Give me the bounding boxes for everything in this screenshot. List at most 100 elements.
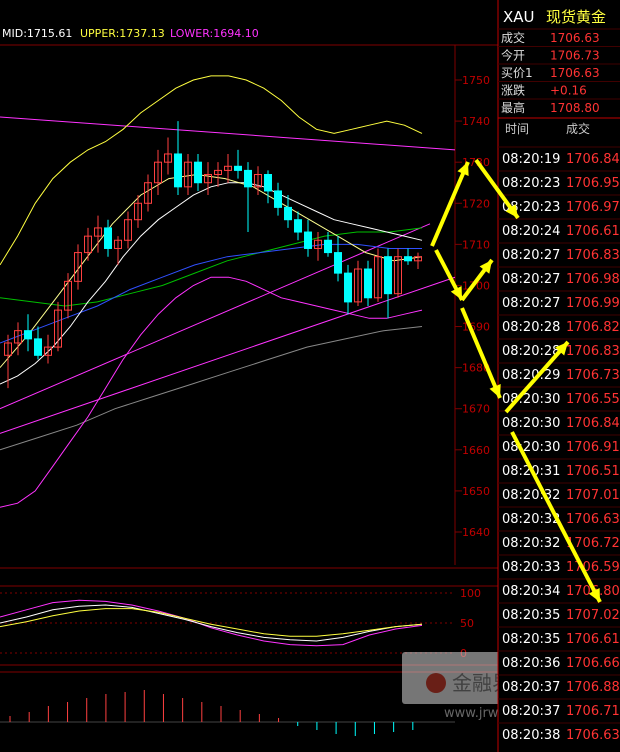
- tick-time: 08:20:28: [502, 320, 560, 335]
- tick-price: 1707.02: [566, 608, 620, 623]
- price-tick-label: 1740: [462, 115, 490, 128]
- chart-canvas: MID:1715.61 UPPER:1737.13 LOWER:1694.10 …: [0, 0, 620, 752]
- candle-body: [294, 219, 302, 233]
- price-axis: 1750174017301720171017001690168016701660…: [455, 74, 490, 539]
- tick-time: 08:20:28: [502, 344, 560, 359]
- tick-time: 08:20:32: [502, 488, 560, 503]
- bollinger-lower-line: [0, 276, 423, 508]
- candle-body: [174, 153, 182, 188]
- trendline-top: [0, 116, 456, 151]
- bollinger-mid-line: [0, 182, 423, 385]
- instrument-name: 现货黄金: [546, 8, 606, 26]
- price-tick-label: 1670: [462, 403, 490, 416]
- candle-body: [104, 227, 112, 249]
- symbol: XAU: [503, 8, 535, 26]
- candle-body: [234, 165, 242, 171]
- tick-time: 08:20:34: [502, 584, 560, 599]
- upper-label: UPPER:1737.13: [80, 27, 165, 40]
- osc-tick-label: 50: [460, 617, 474, 630]
- tick-time: 08:20:27: [502, 296, 560, 311]
- tick-time: 08:20:24: [502, 224, 560, 239]
- price-grid: [0, 44, 498, 673]
- tick-header-time: 时间: [505, 122, 529, 136]
- candle-body: [324, 239, 332, 254]
- watermark-logo: [426, 673, 446, 693]
- mid-label: MID:1715.61: [2, 27, 72, 40]
- candle-body: [344, 272, 352, 303]
- tick-price: 1706.63: [566, 512, 620, 527]
- candle-body: [24, 330, 32, 340]
- tick-price: 1706.73: [566, 368, 620, 383]
- ma-blue-line: [0, 243, 422, 344]
- tick-price: 1706.91: [566, 440, 620, 455]
- tick-price: 1706.83: [566, 248, 620, 263]
- tick-price: 1706.97: [566, 200, 620, 215]
- tick-price: 1706.83: [566, 344, 620, 359]
- tick-time: 08:20:30: [502, 440, 560, 455]
- price-tick-label: 1720: [462, 197, 490, 210]
- tick-header-price: 成交: [566, 121, 590, 136]
- tick-price: 1706.55: [566, 392, 620, 407]
- quote-value: 1706.63: [550, 31, 600, 45]
- tick-time: 08:20:27: [502, 272, 560, 287]
- candle-body: [304, 231, 312, 249]
- tick-time: 08:20:32: [502, 512, 560, 527]
- tick-time: 08:20:35: [502, 632, 560, 647]
- quote-label: 涨跌: [501, 83, 525, 98]
- candle-body: [194, 161, 202, 184]
- tick-price: 1706.98: [566, 272, 620, 287]
- tick-time: 08:20:30: [502, 416, 560, 431]
- tick-time: 08:20:36: [502, 656, 560, 671]
- quote-label: 今开: [501, 48, 525, 63]
- tick-price: 1706.61: [566, 632, 620, 647]
- tick-time: 08:20:19: [502, 152, 560, 167]
- bollinger-upper-line: [0, 75, 423, 266]
- tick-time: 08:20:23: [502, 176, 560, 191]
- tick-price: 1706.71: [566, 704, 620, 719]
- tick-time: 08:20:33: [502, 560, 560, 575]
- quote-panel: XAU 现货黄金 成交 1706.63 今开 1706.73 买价1 1706.63 涨跌 +…: [497, 0, 620, 752]
- quote-value: +0.16: [550, 84, 587, 98]
- tick-price: 1706.88: [566, 680, 620, 695]
- trendline-mid: [0, 223, 431, 410]
- tick-price: 1706.51: [566, 464, 620, 479]
- tick-price: 1706.63: [566, 728, 620, 743]
- osc-tick-label: 100: [460, 587, 481, 600]
- quote-label: 最高: [501, 100, 525, 115]
- ma-short-line: [0, 173, 423, 368]
- quote-value: 1706.63: [550, 66, 600, 80]
- ma-green-line: [0, 227, 423, 307]
- price-tick-label: 1650: [462, 485, 490, 498]
- lower-label: LOWER:1694.10: [170, 27, 259, 40]
- tick-time: 08:20:38: [502, 728, 560, 743]
- candle-body: [384, 256, 392, 295]
- tick-price: 1706.84: [566, 152, 620, 167]
- tick-price: 1706.84: [566, 416, 620, 431]
- tick-price: 1706.99: [566, 296, 620, 311]
- tick-price: 1706.59: [566, 560, 620, 575]
- tick-price: 1706.61: [566, 224, 620, 239]
- tick-price: 1706.66: [566, 656, 620, 671]
- ma-gray-line: [0, 326, 423, 451]
- osc-line: [0, 608, 423, 637]
- tick-price: 1706.82: [566, 320, 620, 335]
- quote-value: 1708.80: [550, 101, 600, 115]
- tick-time: 08:20:32: [502, 536, 560, 551]
- quote-value: 1706.73: [550, 49, 600, 63]
- tick-time: 08:20:35: [502, 608, 560, 623]
- price-tick-label: 1640: [462, 526, 490, 539]
- quote-label: 买价1: [501, 66, 533, 80]
- candle-body: [34, 338, 42, 356]
- candle-body: [244, 169, 252, 188]
- tick-time: 08:20:27: [502, 248, 560, 263]
- macd-panel: [0, 690, 455, 736]
- price-tick-label: 1710: [462, 238, 490, 251]
- candle-body: [364, 268, 372, 299]
- candle-body: [334, 252, 342, 274]
- tick-price: 1706.95: [566, 176, 620, 191]
- quote-label: 成交: [501, 30, 525, 45]
- candle-body: [274, 190, 282, 208]
- candle-body: [264, 174, 272, 192]
- tick-price: 1707.01: [566, 488, 620, 503]
- oscillator-panel: 100500: [0, 587, 481, 660]
